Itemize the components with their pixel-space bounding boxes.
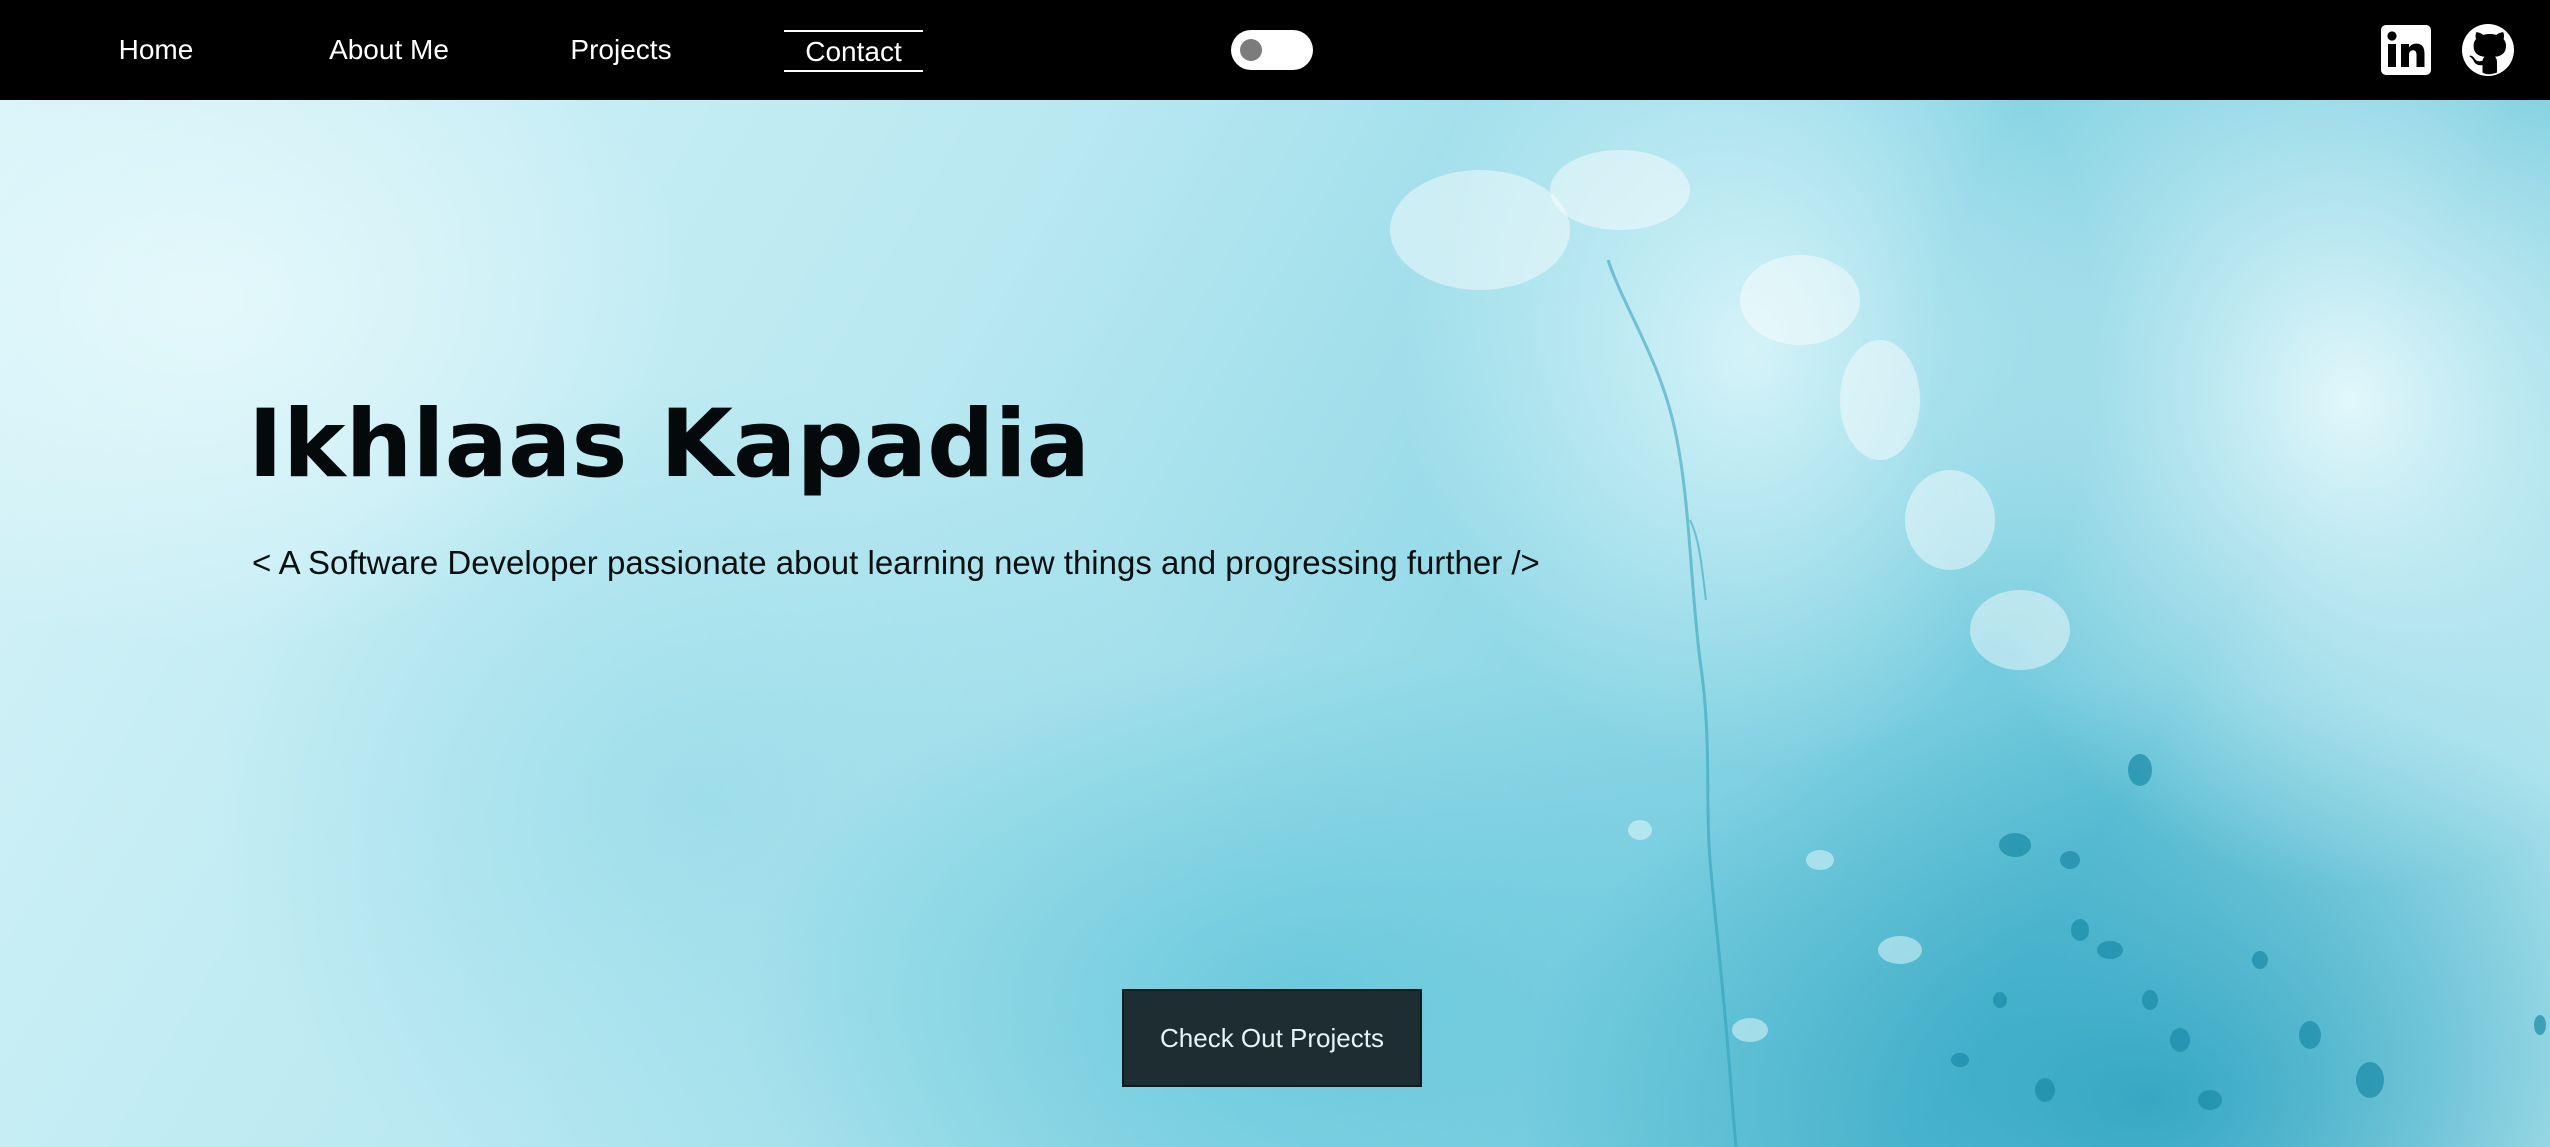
nav-link-contact[interactable]: Contact: [784, 30, 923, 72]
toggle-knob: [1240, 39, 1262, 61]
hero-name-heading: Ikhlaas Kapadia: [248, 390, 1091, 499]
nav-link-about-me[interactable]: About Me: [327, 30, 451, 70]
hero-tagline: < A Software Developer passionate about …: [252, 544, 1540, 581]
github-icon: [2462, 24, 2514, 76]
theme-toggle-switch[interactable]: [1231, 30, 1313, 70]
portfolio-page: Home About Me Projects Contact Ikhlaas K…: [0, 0, 2550, 1147]
top-navbar: Home About Me Projects Contact: [0, 0, 2550, 100]
github-link[interactable]: [2461, 23, 2515, 77]
check-out-projects-button[interactable]: Check Out Projects: [1122, 989, 1422, 1087]
hero-section: Ikhlaas Kapadia < A Software Developer p…: [0, 100, 2550, 1147]
linkedin-icon: [2381, 25, 2431, 75]
nav-link-home[interactable]: Home: [118, 30, 194, 70]
linkedin-link[interactable]: [2379, 23, 2433, 77]
nav-link-projects[interactable]: Projects: [569, 30, 673, 70]
